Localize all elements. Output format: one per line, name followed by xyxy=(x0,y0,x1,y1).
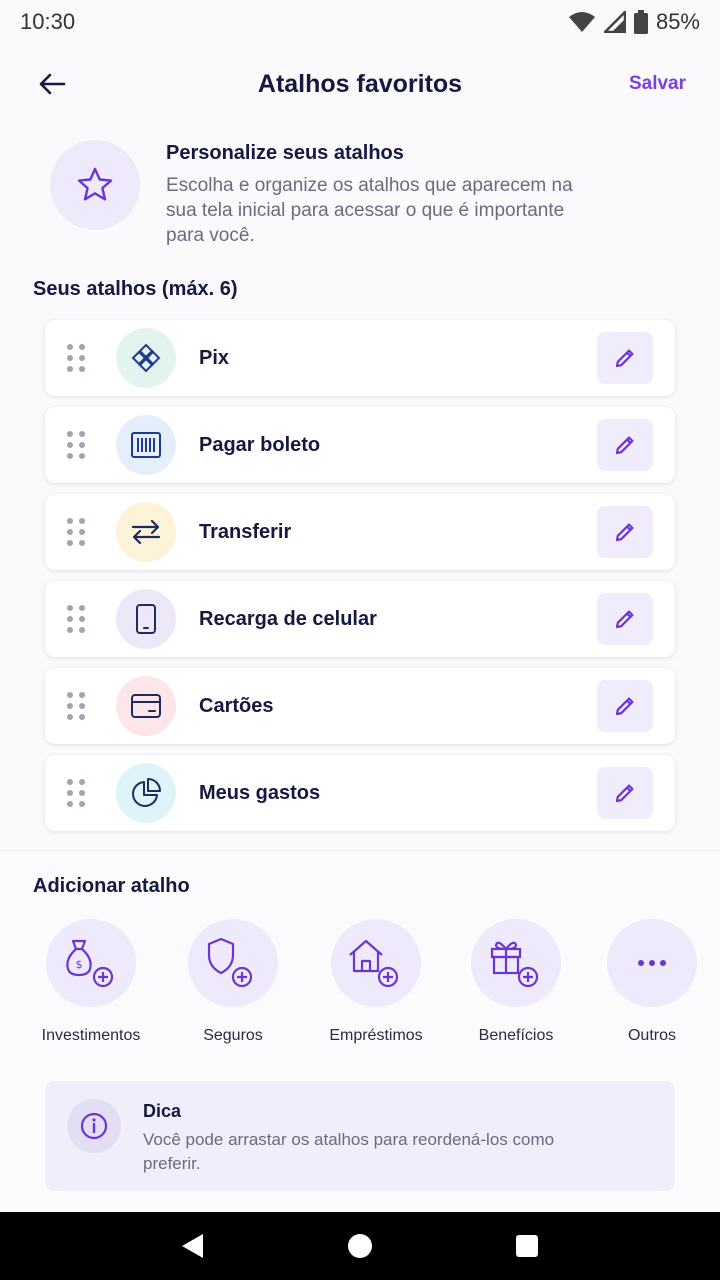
circle-home-icon xyxy=(347,1234,372,1258)
shortcut-list: Pix Pagar boleto Transferir Recarga de c… xyxy=(45,320,675,842)
house-icon xyxy=(349,939,399,988)
shortcut-icon-badge xyxy=(116,502,176,562)
shortcut-row-recarga-celular[interactable]: Recarga de celular xyxy=(45,581,675,657)
add-item-label: Outros xyxy=(627,1027,676,1044)
add-shortcut-section: Adicionar atalho $ Investimentos Seguros… xyxy=(0,850,720,1212)
battery-icon xyxy=(633,10,648,34)
add-item-circle: $ xyxy=(46,919,136,1007)
add-outros-button[interactable]: Outros xyxy=(582,919,720,1045)
intro-text: Personalize seus atalhos Escolha e organ… xyxy=(166,142,606,248)
shortcut-icon-badge xyxy=(116,415,176,475)
tip-icon-badge xyxy=(67,1099,121,1153)
edit-button[interactable] xyxy=(597,767,653,819)
add-item-circle xyxy=(607,919,697,1007)
add-item-label: Investimentos xyxy=(41,1027,141,1044)
wifi-icon xyxy=(568,12,595,32)
transfer-icon xyxy=(131,519,161,545)
add-item-circle xyxy=(188,919,278,1007)
shortcut-row-pagar-boleto[interactable]: Pagar boleto xyxy=(45,407,675,483)
battery-level: 85% xyxy=(655,9,700,34)
more-icon xyxy=(638,960,666,966)
barcode-icon xyxy=(131,432,161,458)
pie-chart-icon xyxy=(132,778,161,807)
shield-icon xyxy=(207,937,253,988)
add-item-label: Empréstimos xyxy=(329,1027,423,1044)
edit-button[interactable] xyxy=(597,593,653,645)
edit-button[interactable] xyxy=(597,680,653,732)
add-item-circle xyxy=(471,919,561,1007)
tip-title: Dica xyxy=(143,1101,182,1121)
add-item-label: Seguros xyxy=(203,1027,263,1044)
intro-card: Personalize seus atalhos Escolha e organ… xyxy=(50,140,670,248)
pencil-icon xyxy=(615,436,634,455)
shortcut-label: Pagar boleto xyxy=(199,433,321,456)
status-time: 10:30 xyxy=(20,9,76,34)
shortcuts-section-title: Seus atalhos (máx. 6) xyxy=(33,278,238,300)
pencil-icon xyxy=(615,523,634,542)
edit-button[interactable] xyxy=(597,419,653,471)
money-bag-icon: $ xyxy=(66,939,114,988)
info-icon xyxy=(80,1112,108,1140)
gift-icon xyxy=(490,941,539,988)
card-icon xyxy=(131,694,161,718)
triangle-back-icon xyxy=(182,1234,204,1258)
arrow-left-icon xyxy=(39,73,66,95)
shortcut-label: Cartões xyxy=(199,694,274,717)
tip-description: Você pode arrastar os atalhos para reord… xyxy=(143,1130,555,1173)
drag-handle-icon[interactable] xyxy=(67,343,85,373)
shortcut-label: Transferir xyxy=(199,520,292,543)
phone-icon xyxy=(136,604,156,634)
intro-badge xyxy=(50,140,140,230)
drag-handle-icon[interactable] xyxy=(67,604,85,634)
shortcut-icon-badge xyxy=(116,589,176,649)
square-recents-icon xyxy=(515,1235,538,1257)
add-section-title: Adicionar atalho xyxy=(33,875,190,897)
system-nav-bar xyxy=(0,1212,720,1280)
edit-button[interactable] xyxy=(597,506,653,558)
intro-description: Escolha e organize os atalhos que aparec… xyxy=(166,175,573,246)
shortcut-icon-badge xyxy=(116,328,176,388)
nav-recents-button[interactable] xyxy=(503,1222,551,1270)
drag-handle-icon[interactable] xyxy=(67,517,85,547)
shortcut-label: Pix xyxy=(199,346,230,369)
drag-handle-icon[interactable] xyxy=(67,691,85,721)
star-icon xyxy=(77,167,113,201)
add-item-circle xyxy=(331,919,421,1007)
app-header: Atalhos favoritos Salvar xyxy=(0,56,720,112)
shortcut-row-cartoes[interactable]: Cartões xyxy=(45,668,675,744)
status-bar: 10:30 85% xyxy=(0,0,720,44)
add-item-label: Benefícios xyxy=(478,1027,554,1044)
signal-icon xyxy=(603,11,626,33)
svg-text:$: $ xyxy=(76,958,83,971)
add-seguros-button[interactable]: Seguros xyxy=(163,919,303,1045)
add-emprestimos-button[interactable]: Empréstimos xyxy=(306,919,446,1045)
tip-card: Dica Você pode arrastar os atalhos para … xyxy=(45,1081,675,1191)
page-title: Atalhos favoritos xyxy=(257,69,463,98)
status-icons: 85% xyxy=(568,9,700,35)
drag-handle-icon[interactable] xyxy=(67,430,85,460)
intro-title: Personalize seus atalhos xyxy=(166,142,404,164)
add-beneficios-button[interactable]: Benefícios xyxy=(446,919,586,1045)
nav-home-button[interactable] xyxy=(336,1222,384,1270)
pencil-icon xyxy=(615,610,634,629)
shortcut-row-transferir[interactable]: Transferir xyxy=(45,494,675,570)
save-button[interactable]: Salvar xyxy=(629,73,686,95)
edit-button[interactable] xyxy=(597,332,653,384)
shortcut-icon-badge xyxy=(116,763,176,823)
shortcut-row-pix[interactable]: Pix xyxy=(45,320,675,396)
nav-back-button[interactable] xyxy=(169,1222,217,1270)
pencil-icon xyxy=(615,349,634,368)
tip-text: Dica Você pode arrastar os atalhos para … xyxy=(143,1101,603,1173)
drag-handle-icon[interactable] xyxy=(67,778,85,808)
add-investimentos-button[interactable]: $ Investimentos xyxy=(21,919,161,1045)
pencil-icon xyxy=(615,697,634,716)
back-button[interactable] xyxy=(36,68,68,100)
pencil-icon xyxy=(615,784,634,803)
shortcut-label: Recarga de celular xyxy=(199,607,377,630)
shortcut-icon-badge xyxy=(116,676,176,736)
pix-icon xyxy=(131,343,161,373)
shortcut-label: Meus gastos xyxy=(199,781,321,804)
shortcut-row-meus-gastos[interactable]: Meus gastos xyxy=(45,755,675,831)
